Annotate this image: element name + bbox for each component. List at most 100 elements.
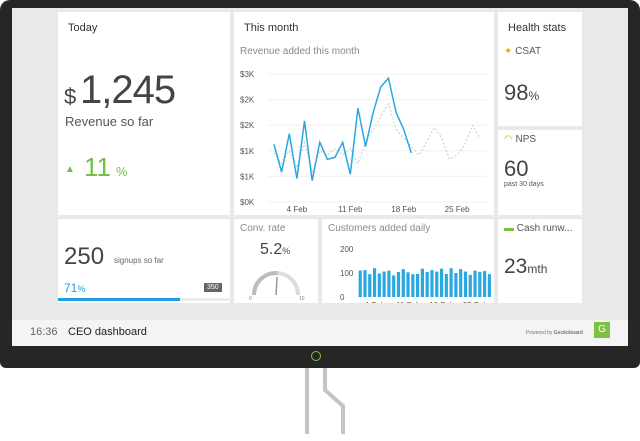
- bar: [425, 272, 429, 297]
- cash-icon: ▬: [504, 223, 514, 234]
- x-tick-label: 4 Feb: [365, 301, 386, 303]
- nps-header: ◠ NPS: [504, 134, 536, 145]
- bar: [468, 274, 472, 297]
- csat-display: 98%: [504, 80, 539, 106]
- bar: [487, 274, 491, 297]
- signups-label: signups so far: [114, 256, 164, 265]
- trend-up-icon: ▲: [65, 164, 75, 175]
- signups-widget[interactable]: 250 signups so far 71% 350: [58, 219, 230, 303]
- geckoboard-logo[interactable]: G: [594, 322, 610, 338]
- gauge-max-label: 10: [299, 296, 305, 302]
- gauge-fill: [251, 270, 278, 296]
- gauge-needle: [275, 276, 278, 296]
- csat-header: ✦ CSAT: [504, 46, 541, 57]
- signups-percent: 71%: [64, 281, 85, 295]
- bar: [363, 270, 367, 297]
- y-tick-label: 0: [340, 293, 345, 302]
- y-tick-label: $0K: [240, 198, 255, 207]
- bar: [382, 271, 386, 297]
- bar: [463, 271, 468, 297]
- csat-widget[interactable]: ✦ CSAT 98%: [498, 42, 582, 126]
- powered-by-brand: Geckoboard: [553, 330, 583, 336]
- y-tick-label: $1K: [240, 147, 255, 156]
- bar: [478, 271, 482, 297]
- series-line-previous: [273, 102, 481, 174]
- x-tick-label: 11 Feb: [338, 205, 363, 214]
- bar: [454, 273, 458, 297]
- cash-value: 23: [504, 255, 528, 278]
- signups-value: 250: [64, 243, 105, 270]
- x-tick-label: 25 Feb: [445, 205, 470, 214]
- column-header-health-label: Health stats: [508, 22, 567, 34]
- currency-symbol: $: [64, 84, 77, 109]
- revenue-value: 1,245: [80, 68, 176, 112]
- footer-powered-by: Powered by Geckoboard: [526, 330, 583, 336]
- x-tick-label: 18 Feb: [391, 205, 416, 214]
- nps-value: 60: [504, 156, 529, 181]
- signups-progress-track: [58, 298, 230, 301]
- revenue-month-widget[interactable]: Revenue added this month $3K $2K $2K $1K $1K…: [234, 42, 494, 215]
- revenue-month-chart: $3K $2K $2K $1K $1K $0K 4 Feb 11 Feb 18 Feb 25 Fe…: [240, 70, 486, 214]
- power-led-icon: [311, 351, 321, 361]
- conv-rate-gauge: 0 10: [249, 270, 305, 302]
- bar: [377, 273, 381, 297]
- bar: [372, 268, 377, 297]
- bar: [392, 275, 396, 297]
- revenue-today-widget[interactable]: $ 1,245 Revenue so far ▲ 11 %: [58, 42, 230, 215]
- y-tick-label: $2K: [240, 96, 255, 105]
- bar: [459, 269, 463, 297]
- nps-subtitle: past 30 days: [504, 181, 544, 188]
- signups-percent-unit: %: [77, 284, 86, 294]
- series-line-current: [273, 76, 413, 181]
- y-tick-label: 200: [340, 245, 354, 254]
- cash-header: ▬ Cash runw...: [504, 223, 572, 234]
- bar: [368, 274, 372, 297]
- party-icon: ✦: [504, 46, 513, 57]
- bar: [387, 270, 391, 297]
- cash-runway-widget[interactable]: ▬ Cash runw... 23mth: [498, 219, 582, 303]
- gauge-min-label: 0: [249, 296, 252, 302]
- bar: [473, 270, 477, 297]
- nps-title: NPS: [515, 134, 537, 145]
- column-header-today: Today: [58, 12, 230, 42]
- dashboard-screen: Today This month Health stats $ 1,245 Re…: [12, 8, 628, 346]
- column-header-this-month-label: This month: [244, 22, 299, 34]
- csat-value: 98: [504, 80, 529, 105]
- csat-title: CSAT: [515, 46, 542, 57]
- monitor-frame: Today This month Health stats $ 1,245 Re…: [0, 0, 640, 368]
- x-tick-label: 25 Feb: [463, 301, 488, 303]
- signups-progress-fill: [58, 298, 181, 301]
- signups-goal-badge: 350: [204, 283, 222, 292]
- bar: [430, 270, 434, 297]
- csat-unit: %: [528, 89, 540, 103]
- cash-unit: mth: [527, 262, 548, 276]
- column-header-health-stats: Health stats: [498, 12, 582, 42]
- bar: [435, 271, 439, 297]
- customers-widget[interactable]: Customers added daily 20010004 Feb11 Feb…: [322, 219, 494, 303]
- conv-rate-widget[interactable]: Conv. rate 5.2% 0 10: [234, 219, 318, 303]
- bar: [406, 272, 410, 297]
- headphones-icon: ◠: [504, 134, 513, 145]
- bar: [420, 268, 424, 297]
- y-tick-label: 100: [340, 269, 354, 278]
- cash-title: Cash runw...: [516, 223, 573, 234]
- bar: [444, 273, 448, 297]
- bar: [411, 274, 415, 297]
- nps-widget[interactable]: ◠ NPS 60 past 30 days: [498, 130, 582, 215]
- y-tick-label: $3K: [240, 70, 255, 79]
- bar: [358, 270, 362, 297]
- revenue-change-value: 11: [84, 152, 111, 182]
- footer-title: CEO dashboard: [68, 326, 147, 338]
- bar: [449, 268, 453, 297]
- revenue-change-unit: %: [116, 164, 128, 179]
- stand-right: [323, 368, 345, 434]
- bar: [439, 268, 444, 297]
- x-tick-label: 11 Feb: [396, 301, 421, 303]
- x-tick-label: 4 Feb: [287, 205, 308, 214]
- y-tick-label: $1K: [240, 172, 255, 181]
- column-header-this-month: This month: [234, 12, 494, 42]
- y-tick-label: $2K: [240, 121, 255, 130]
- cash-display: 23mth: [504, 255, 547, 279]
- customers-chart: 200 100 0 4 Feb 11 Feb 18 Feb 25 Feb: [340, 245, 491, 303]
- dashboard-footer: 16:36 CEO dashboard Powered by Geckoboar…: [12, 320, 628, 346]
